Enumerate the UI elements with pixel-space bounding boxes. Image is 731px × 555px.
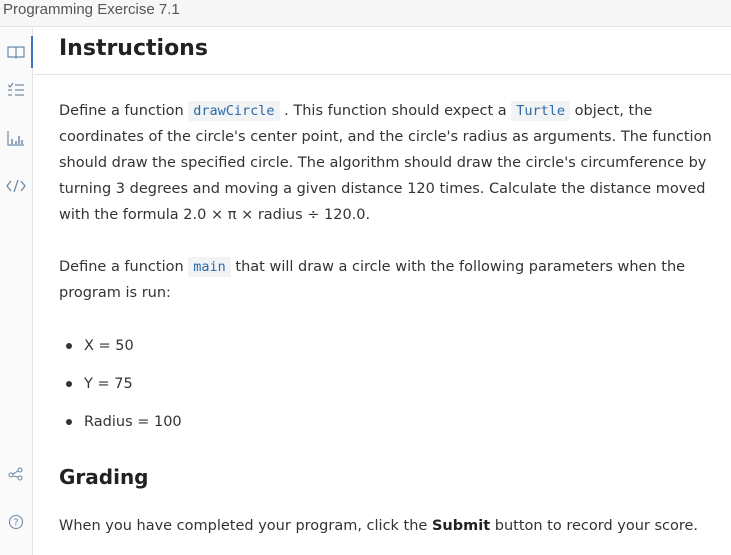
divider bbox=[34, 74, 731, 75]
grading-heading: Grading bbox=[59, 465, 149, 489]
svg-text:?: ? bbox=[13, 518, 18, 529]
bullet bbox=[66, 381, 72, 387]
code-drawcircle: drawCircle bbox=[188, 101, 280, 121]
book-icon[interactable] bbox=[0, 40, 32, 64]
instruction-paragraph-1: Define a function drawCircle . This func… bbox=[59, 98, 719, 228]
title-bar: Programming Exercise 7.1 bbox=[0, 0, 731, 27]
instructions-panel: Instructions Define a function drawCircl… bbox=[34, 28, 731, 555]
parameter-list: X = 50 Y = 75 Radius = 100 bbox=[59, 333, 182, 447]
list-item: Y = 75 bbox=[59, 371, 182, 409]
share-icon[interactable] bbox=[0, 462, 32, 486]
text-segment: button to record your score. bbox=[490, 518, 699, 534]
bar-chart-icon[interactable] bbox=[0, 126, 32, 150]
instructions-heading: Instructions bbox=[59, 36, 208, 61]
text-segment: . This function should expect a bbox=[279, 103, 512, 119]
bullet bbox=[66, 419, 72, 425]
submit-keyword: Submit bbox=[431, 518, 491, 534]
bullet bbox=[66, 343, 72, 349]
sidebar: ? bbox=[0, 28, 33, 555]
exercise-title: Programming Exercise 7.1 bbox=[3, 1, 180, 18]
list-item: Radius = 100 bbox=[59, 409, 182, 447]
text-segment: Define a function bbox=[59, 259, 189, 275]
param-x: X = 50 bbox=[84, 338, 134, 354]
text-segment: object, the coordinates of the circle's … bbox=[59, 103, 712, 223]
list-icon[interactable] bbox=[0, 78, 32, 102]
grading-paragraph: When you have completed your program, cl… bbox=[59, 513, 719, 539]
help-icon[interactable]: ? bbox=[0, 510, 32, 534]
param-y: Y = 75 bbox=[84, 376, 133, 392]
code-icon[interactable] bbox=[0, 174, 32, 198]
code-main: main bbox=[188, 257, 231, 277]
instruction-paragraph-2: Define a function main that will draw a … bbox=[59, 254, 719, 306]
list-item: X = 50 bbox=[59, 333, 182, 371]
param-radius: Radius = 100 bbox=[84, 414, 182, 430]
code-turtle: Turtle bbox=[511, 101, 571, 121]
text-segment: Define a function bbox=[59, 103, 189, 119]
text-segment: When you have completed your program, cl… bbox=[59, 518, 432, 534]
